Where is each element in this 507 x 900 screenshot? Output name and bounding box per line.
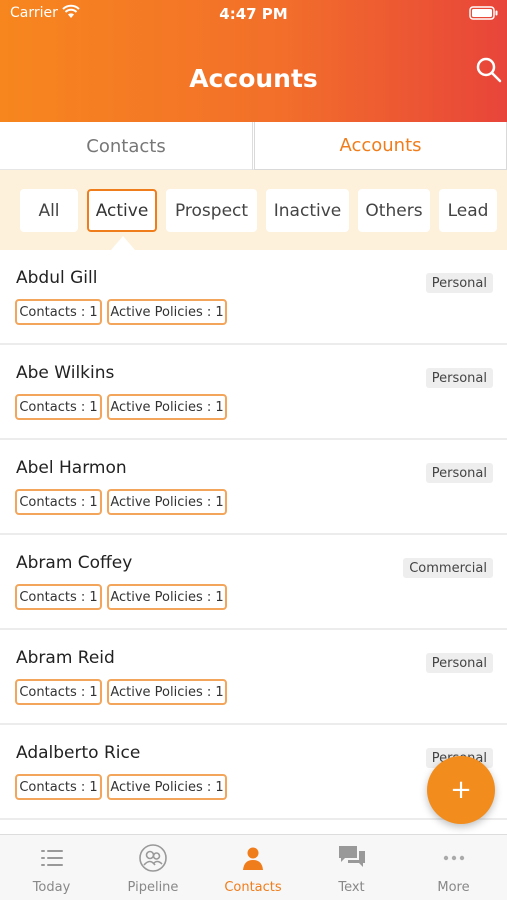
segmented-control: Contacts Accounts	[0, 122, 507, 170]
contacts-count-badge: Contacts : 1	[15, 394, 102, 420]
account-row[interactable]: Abram Reid Personal Contacts : 1 Active …	[0, 630, 507, 725]
account-row[interactable]: Abram Coffey Commercial Contacts : 1 Act…	[0, 535, 507, 630]
account-name: Abe Wilkins	[16, 363, 115, 383]
people-circle-icon	[139, 844, 167, 872]
account-type-badge: Personal	[425, 463, 493, 483]
page-title: Accounts	[189, 64, 318, 93]
tab-label: Contacts	[224, 880, 282, 895]
account-name: Abel Harmon	[16, 458, 127, 478]
tab-contacts[interactable]: Contacts	[0, 122, 253, 170]
tab-pipeline[interactable]: Pipeline	[103, 835, 203, 900]
tab-label: Text	[338, 880, 365, 895]
active-policies-badge: Active Policies : 1	[107, 489, 227, 515]
person-icon	[243, 847, 263, 870]
tab-label: Today	[32, 880, 71, 895]
filter-chip-lead[interactable]: Lead	[439, 189, 497, 232]
account-type-badge: Personal	[425, 368, 493, 388]
filter-bar: All Active Prospect Inactive Others Lead	[0, 170, 507, 250]
search-icon[interactable]	[474, 55, 504, 85]
tab-today[interactable]: Today	[0, 835, 103, 900]
filter-chip-inactive[interactable]: Inactive	[266, 189, 349, 232]
account-name: Abram Coffey	[16, 553, 133, 573]
active-policies-badge: Active Policies : 1	[107, 774, 227, 800]
contacts-count-badge: Contacts : 1	[15, 584, 102, 610]
app-header: Carrier 4:47 PM Accounts	[0, 0, 507, 122]
filter-chip-all[interactable]: All	[20, 189, 78, 232]
clock: 4:47 PM	[219, 5, 288, 23]
account-row[interactable]: Abel Harmon Personal Contacts : 1 Active…	[0, 440, 507, 535]
active-policies-badge: Active Policies : 1	[107, 584, 227, 610]
account-type-badge: Personal	[425, 273, 493, 293]
active-policies-badge: Active Policies : 1	[107, 394, 227, 420]
tab-text[interactable]: Text	[303, 835, 400, 900]
active-policies-badge: Active Policies : 1	[107, 299, 227, 325]
account-type-badge: Commercial	[403, 558, 493, 578]
add-account-button[interactable]: +	[427, 756, 495, 824]
tab-label: More	[437, 880, 470, 895]
status-bar: Carrier 4:47 PM	[0, 0, 507, 28]
account-name: Abdul Gill	[16, 268, 98, 288]
account-row[interactable]: Abdul Gill Personal Contacts : 1 Active …	[0, 250, 507, 345]
account-row[interactable]: Abe Wilkins Personal Contacts : 1 Active…	[0, 345, 507, 440]
tab-label: Pipeline	[127, 880, 179, 895]
chat-bubbles-icon	[338, 846, 365, 867]
list-icon	[40, 850, 63, 866]
filter-chip-others[interactable]: Others	[358, 189, 430, 232]
account-type-badge: Personal	[425, 653, 493, 673]
tab-contacts-nav[interactable]: Contacts	[203, 835, 303, 900]
account-name: Abram Reid	[16, 648, 115, 668]
tab-more[interactable]: More	[400, 835, 507, 900]
contacts-count-badge: Contacts : 1	[15, 774, 102, 800]
selected-filter-pointer	[111, 236, 135, 250]
contacts-count-badge: Contacts : 1	[15, 679, 102, 705]
filter-chip-prospect[interactable]: Prospect	[166, 189, 257, 232]
more-dots-icon	[443, 855, 464, 861]
active-policies-badge: Active Policies : 1	[107, 679, 227, 705]
filter-chip-active[interactable]: Active	[87, 189, 157, 232]
plus-icon: +	[450, 775, 472, 805]
battery-icon	[469, 6, 498, 20]
bottom-tab-bar: Today Pipeline Contacts Text More	[0, 834, 507, 900]
contacts-count-badge: Contacts : 1	[15, 299, 102, 325]
tab-accounts[interactable]: Accounts	[254, 122, 507, 170]
account-name: Adalberto Rice	[16, 743, 141, 763]
account-list[interactable]: Abdul Gill Personal Contacts : 1 Active …	[0, 250, 507, 834]
contacts-count-badge: Contacts : 1	[15, 489, 102, 515]
